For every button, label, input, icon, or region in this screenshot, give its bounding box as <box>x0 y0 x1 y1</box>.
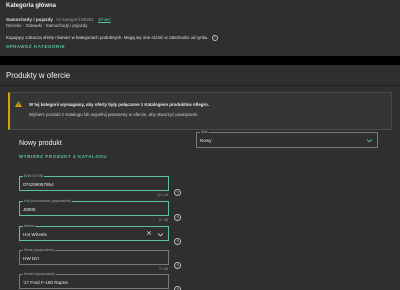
brand-help[interactable]: ? <box>174 230 181 248</box>
condition-select[interactable]: Stan Nowy <box>196 130 378 148</box>
brand-value: Hot Wheels <box>23 232 47 237</box>
category-number: Nr kategorii 88382 <box>56 17 94 22</box>
manufacturer-code-field[interactable]: Kod producenta (opcjonalnie) J8805 5 / 4… <box>19 199 169 222</box>
model-help[interactable]: ? <box>174 278 181 290</box>
ean-help[interactable]: ? <box>174 181 181 199</box>
category-info: Kupujący zobaczą ofertę również w katego… <box>6 35 394 41</box>
catalog-warning: W tej kategorii wymagamy, aby oferty był… <box>8 92 392 130</box>
model-value: '17 Ford F-150 Raptor <box>23 280 69 285</box>
check-categories-button[interactable]: SPRAWDŹ KATEGORIE <box>6 44 394 49</box>
category-name: Samochody i pojazdy <box>6 17 53 22</box>
model-label: Model (opcjonalnie) <box>23 272 57 276</box>
category-info-text: Kupujący zobaczą ofertę również w katego… <box>6 35 209 40</box>
series-value: HW Dirt <box>23 256 40 261</box>
help-icon[interactable]: ? <box>174 286 181 290</box>
category-panel: Kategoria główna Samochody i pojazdy Nr … <box>0 0 400 56</box>
chevron-down-icon[interactable] <box>157 231 164 238</box>
help-icon[interactable]: ? <box>174 238 181 245</box>
ean-value: 074299057854 <box>23 182 54 187</box>
manufacturer-code-value: J8805 <box>23 207 36 212</box>
products-section: Produkty w ofercie W tej kategorii wymag… <box>0 65 400 290</box>
warning-line-2: Wybierz produkt z Katalogu lub wypełnij … <box>29 112 199 117</box>
warning-line-1: W tej kategorii wymagamy, aby oferty był… <box>29 102 210 107</box>
brand-select[interactable]: Marka Hot Wheels <box>19 224 169 241</box>
ean-counter: 12 / 14 <box>157 193 168 197</box>
series-label: Seria (opcjonalnie) <box>23 248 55 252</box>
chevron-down-icon <box>366 139 373 143</box>
choose-from-catalog-button[interactable]: WYBIERZ PRODUKT Z KATALOGU <box>19 154 107 159</box>
category-heading: Kategoria główna <box>6 3 57 9</box>
help-icon[interactable]: ? <box>174 189 181 196</box>
help-icon[interactable]: ? <box>211 35 218 41</box>
condition-value: Nowy <box>200 138 212 143</box>
warning-icon <box>15 101 22 107</box>
help-icon[interactable]: ? <box>174 262 181 269</box>
brand-label: Marka <box>23 224 35 228</box>
ean-field[interactable]: EAN (GTIN) 074299057854 12 / 14 <box>19 174 169 197</box>
manufacturer-code-label: Kod producenta (opcjonalnie) <box>23 199 72 203</box>
series-counter: 7 / 40 <box>159 267 168 271</box>
category-path: Dziecko · Zabawki · Samochody i pojazdy <box>6 23 88 28</box>
clear-icon[interactable] <box>146 230 152 236</box>
divider <box>0 85 400 86</box>
new-product-title: Nowy produkt <box>19 140 62 147</box>
products-title: Produkty w ofercie <box>6 71 71 80</box>
ean-label: EAN (GTIN) <box>23 174 45 178</box>
series-field[interactable]: Seria (opcjonalnie) HW Dirt 7 / 40 <box>19 248 169 271</box>
series-help[interactable]: ? <box>174 254 181 272</box>
condition-label: Stan <box>200 130 210 134</box>
model-field[interactable]: Model (opcjonalnie) '17 Ford F-150 Rapto… <box>19 272 169 289</box>
section-gap <box>0 56 400 65</box>
change-category-link[interactable]: Zmień <box>98 17 111 22</box>
manufacturer-code-counter: 5 / 45 <box>159 218 168 222</box>
help-icon[interactable]: ? <box>174 214 181 221</box>
manufacturer-code-help[interactable]: ? <box>174 206 181 224</box>
